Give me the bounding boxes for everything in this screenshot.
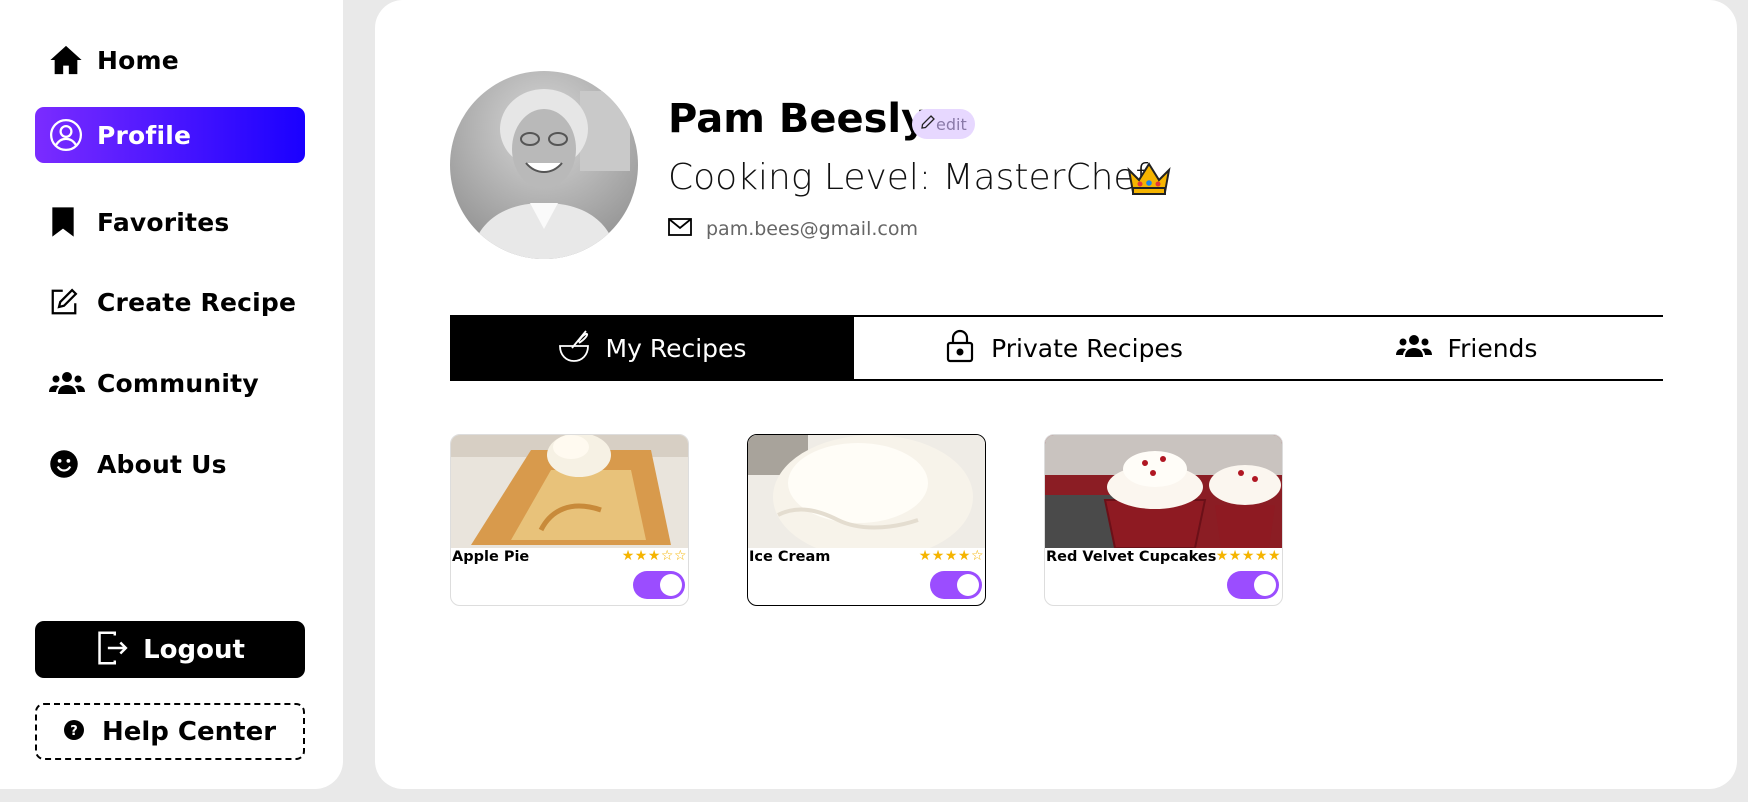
rating-stars: ★★★★☆ [919, 548, 984, 564]
home-icon [49, 40, 89, 80]
bookmark-icon [49, 202, 89, 242]
crown-icon [1127, 162, 1171, 200]
question-circle-icon: ? [63, 719, 84, 744]
avatar [450, 71, 638, 259]
tab-friends[interactable]: Friends [1274, 317, 1659, 379]
visibility-toggle[interactable] [930, 571, 982, 599]
tab-label: Private Recipes [991, 333, 1183, 363]
sidebar-item-label: Favorites [97, 207, 230, 237]
help-center-button[interactable]: ? Help Center [35, 703, 305, 760]
users-icon [1395, 333, 1432, 363]
edit-label: edit [936, 114, 967, 134]
visibility-toggle[interactable] [633, 571, 685, 599]
recipe-card-apple-pie[interactable]: Apple Pie ★★★☆☆ [450, 434, 689, 606]
logout-icon [95, 630, 129, 670]
recipe-image [1045, 435, 1282, 549]
recipe-tabs: My Recipes Private Recipes Friends [450, 315, 1663, 381]
recipe-title: Ice Cream [749, 549, 831, 565]
sidebar-item-label: Community [97, 368, 259, 398]
smiley-icon [49, 444, 89, 484]
profile-name: Pam Beesly [668, 96, 928, 142]
rating-stars: ★★★★★ [1216, 548, 1281, 564]
sidebar-item-about-us[interactable]: About Us [35, 436, 305, 492]
help-center-label: Help Center [101, 716, 277, 747]
star-filled: ★★★★ [918, 548, 971, 564]
star-filled: ★★★ [621, 548, 661, 564]
edit-square-icon [49, 282, 89, 322]
recipe-card-ice-cream[interactable]: Ice Cream ★★★★☆ [747, 434, 986, 606]
sidebar-item-create-recipe[interactable]: Create Recipe [35, 274, 305, 330]
sidebar-item-label: Home [97, 45, 179, 75]
pencil-icon [920, 114, 936, 134]
logout-label: Logout [143, 634, 245, 665]
star-empty: ☆ [970, 548, 984, 564]
edit-profile-button[interactable]: edit [912, 109, 975, 139]
sidebar-item-label: About Us [97, 449, 227, 479]
recipe-title: Red Velvet Cupcakes [1046, 549, 1217, 565]
sidebar-item-home[interactable]: Home [35, 32, 305, 88]
tab-label: Friends [1447, 333, 1538, 363]
sidebar: Home Profile Favorites Create Recipe Com… [0, 0, 343, 789]
whisk-bowl-icon [558, 328, 590, 368]
star-empty: ☆☆ [660, 548, 687, 564]
recipe-title: Apple Pie [452, 549, 530, 565]
user-circle-icon [49, 115, 89, 155]
recipe-card-red-velvet-cupcakes[interactable]: Red Velvet Cupcakes ★★★★★ [1044, 434, 1283, 606]
star-filled: ★★★★★ [1215, 548, 1281, 564]
lock-icon [945, 329, 975, 367]
rating-stars: ★★★☆☆ [622, 548, 687, 564]
tab-label: My Recipes [605, 333, 747, 363]
main-panel: Pam Beesly edit Cooking Level: MasterChe… [375, 0, 1737, 789]
sidebar-item-community[interactable]: Community [35, 355, 305, 411]
sidebar-item-favorites[interactable]: Favorites [35, 194, 305, 250]
sidebar-item-profile[interactable]: Profile [35, 107, 305, 163]
email-text: pam.bees@gmail.com [706, 218, 918, 240]
recipe-image [451, 435, 688, 548]
recipe-image [748, 435, 985, 559]
tab-private-recipes[interactable]: Private Recipes [854, 317, 1274, 379]
users-icon [49, 363, 89, 403]
email-row: pam.bees@gmail.com [668, 218, 918, 240]
tab-my-recipes[interactable]: My Recipes [450, 317, 854, 379]
logout-button[interactable]: Logout [35, 621, 305, 678]
svg-text:?: ? [70, 724, 78, 739]
visibility-toggle[interactable] [1227, 571, 1279, 599]
sidebar-item-label: Profile [97, 120, 192, 150]
cooking-level: Cooking Level: MasterChef [668, 157, 1149, 198]
sidebar-item-label: Create Recipe [97, 287, 297, 317]
mail-icon [668, 218, 692, 240]
